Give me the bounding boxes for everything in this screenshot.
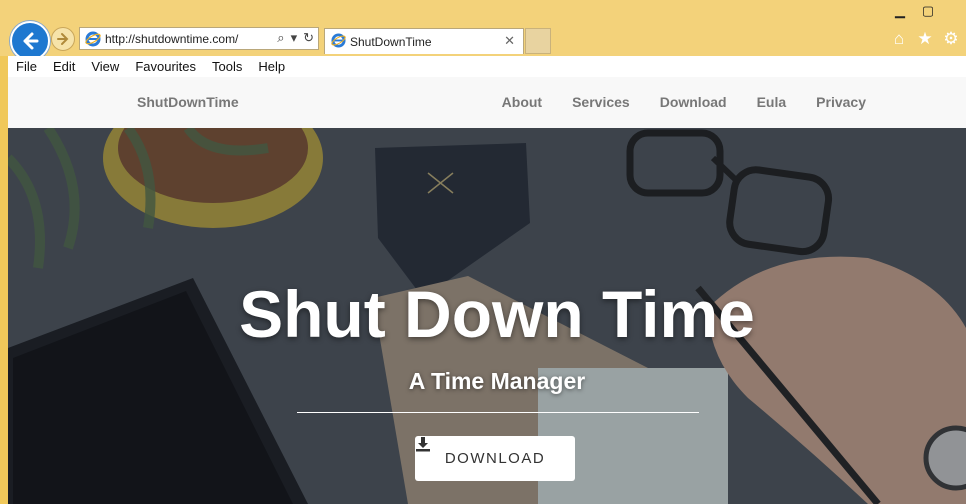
browser-tab[interactable]: ShutDownTime ✕ (324, 28, 524, 54)
site-navbar: ShutDownTime About Services Download Eul… (8, 77, 966, 129)
ie-logo-icon (331, 33, 346, 48)
back-arrow-icon (23, 32, 39, 50)
favorites-star-icon[interactable]: ★ (916, 29, 934, 48)
settings-gear-icon[interactable]: ⚙ (942, 29, 960, 48)
hero-section: Shut Down Time A Time Manager DOWNLOAD (8, 128, 966, 504)
refresh-icon[interactable]: ↻ (303, 30, 314, 46)
menu-tools[interactable]: Tools (204, 59, 250, 74)
tab-title: ShutDownTime (350, 35, 432, 49)
maximize-button[interactable]: ▢ (914, 0, 942, 22)
tab-close-icon[interactable]: ✕ (504, 33, 515, 49)
nav-services[interactable]: Services (542, 94, 630, 110)
nav-eula[interactable]: Eula (727, 94, 787, 110)
back-button[interactable] (10, 21, 50, 61)
nav-download[interactable]: Download (630, 94, 727, 110)
hero-title: Shut Down Time (239, 277, 755, 351)
hero-divider (297, 412, 699, 413)
download-button[interactable]: DOWNLOAD (415, 436, 575, 481)
minimize-button[interactable]: ▁ (886, 0, 914, 22)
forward-button[interactable] (51, 27, 75, 51)
web-page: ShutDownTime About Services Download Eul… (8, 77, 966, 504)
nav-about[interactable]: About (472, 94, 542, 110)
nav-privacy[interactable]: Privacy (786, 94, 866, 110)
download-icon (416, 437, 430, 452)
menu-edit[interactable]: Edit (45, 59, 83, 74)
dropdown-chevron-icon[interactable]: ▾ (291, 30, 298, 46)
menu-view[interactable]: View (83, 59, 127, 74)
menu-bar: File Edit View Favourites Tools Help (8, 56, 966, 78)
browser-chrome: ▁ ▢ http://shutdowntime.com/ ⌕ ▾ ↻ ShutD… (0, 0, 966, 61)
address-url[interactable]: http://shutdowntime.com/ (105, 32, 238, 46)
hero-subtitle: A Time Manager (408, 368, 586, 394)
download-label: DOWNLOAD (444, 450, 546, 467)
menu-favourites[interactable]: Favourites (127, 59, 204, 74)
address-bar[interactable]: http://shutdowntime.com/ ⌕ ▾ ↻ (79, 27, 319, 50)
new-tab-button[interactable] (525, 28, 551, 54)
menu-help[interactable]: Help (250, 59, 293, 74)
forward-arrow-icon (57, 33, 69, 45)
menu-file[interactable]: File (8, 59, 45, 74)
home-icon[interactable]: ⌂ (890, 29, 908, 48)
ie-logo-icon (85, 31, 101, 47)
site-brand[interactable]: ShutDownTime (137, 94, 239, 110)
search-icon[interactable]: ⌕ (277, 30, 284, 46)
